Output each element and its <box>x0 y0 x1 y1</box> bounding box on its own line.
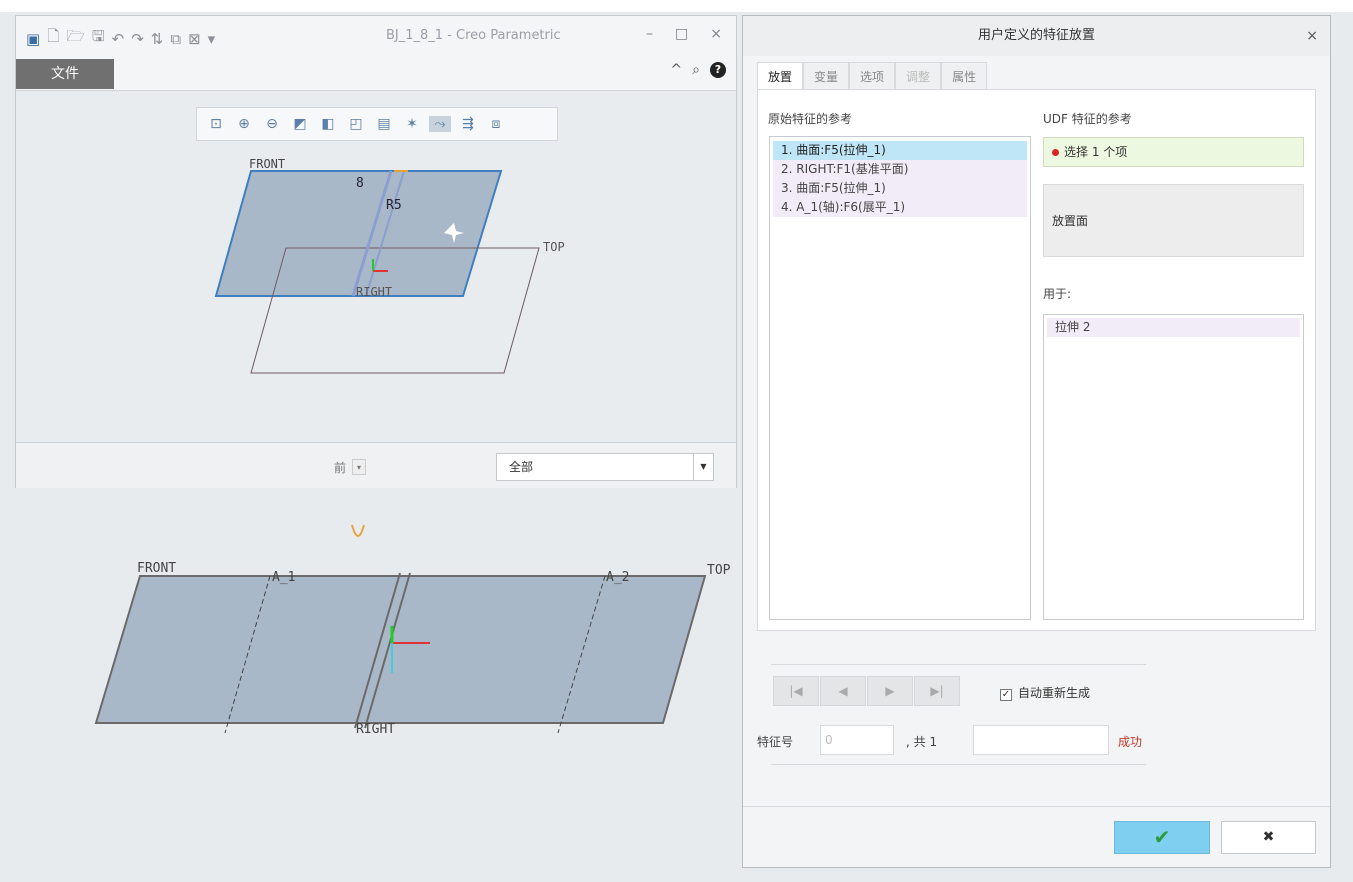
dropdown-icon: ▾ <box>352 459 367 475</box>
right-label: RIGHT <box>356 285 392 299</box>
new-icon[interactable]: 🗋 <box>47 26 59 51</box>
redo-icon[interactable]: ↷ <box>131 30 144 48</box>
search-icon[interactable]: ⌕ <box>692 62 700 78</box>
maximize-button[interactable]: □ <box>675 26 688 42</box>
tab-placement[interactable]: 放置 <box>757 62 804 90</box>
dialog-title-bar: 用户定义的特征放置 × <box>743 16 1330 56</box>
top-label: TOP <box>707 563 731 578</box>
orig-refs-list: 1. 曲面:F5(拉伸_1) 2. RIGHT:F1(基准平面) 3. 曲面:F… <box>769 136 1031 620</box>
ok-button[interactable]: ✔ <box>1114 821 1210 854</box>
axis-a1-label: A_1 <box>272 570 295 585</box>
dialog-close-button[interactable]: × <box>1306 16 1318 56</box>
window-title: BJ_1_8_1 - Creo Parametric <box>386 28 561 43</box>
dim-label: 8 <box>356 176 364 191</box>
axis-a2-label: A_2 <box>606 570 629 585</box>
used-for-label: 用于: <box>1043 287 1072 301</box>
desktop-top <box>0 0 1353 12</box>
open-icon[interactable]: 🗁 <box>66 26 85 51</box>
udf-ref-collector[interactable]: 选择 1 个项 <box>1043 137 1304 167</box>
quick-access-toolbar: ▣ 🗋 🗁 🖫 ↶ ↷ ⇅ ⧉ ⊠ ▾ <box>26 26 215 51</box>
filter-select[interactable]: 全部 ▼ <box>496 453 714 481</box>
minimize-button[interactable]: – <box>646 26 653 42</box>
tab-properties[interactable]: 属性 <box>941 62 988 90</box>
last-button[interactable]: ▶| <box>914 676 960 706</box>
udf-part-preview: FRONT 8 R5 TOP RIGHT <box>214 157 565 374</box>
filter-bar: 前 ▾ 全部 ▼ <box>16 442 736 488</box>
total-label: , 共 1 <box>906 735 938 749</box>
required-dot-icon <box>1052 149 1059 156</box>
selection-marker <box>351 524 365 537</box>
udf-placement-dialog: 用户定义的特征放置 × 放置 变量 选项 调整 属性 原始特征的参考 1. 曲面:… <box>742 15 1331 868</box>
dialog-title: 用户定义的特征放置 <box>977 28 1095 43</box>
next-button[interactable]: ▶ <box>867 676 913 706</box>
radius-label: R5 <box>386 198 402 213</box>
save-icon[interactable]: 🖫 <box>92 26 105 51</box>
first-button[interactable]: |◀ <box>773 676 819 706</box>
undo-icon[interactable]: ↶ <box>112 30 125 48</box>
used-for-list: 拉伸 2 <box>1043 314 1304 620</box>
creo-window: ▣ 🗋 🗁 🖫 ↶ ↷ ⇅ ⧉ ⊠ ▾ BJ_1_8_1 - Creo Para… <box>15 15 737 488</box>
orig-refs-label: 原始特征的参考 <box>768 112 853 126</box>
list-item[interactable]: 2. RIGHT:F1(基准平面) <box>773 160 1027 179</box>
checkbox-checked-icon: ✓ <box>1000 689 1012 701</box>
windows-icon[interactable]: ⧉ <box>170 30 181 48</box>
file-tab[interactable]: 文件 <box>16 59 114 89</box>
close-button[interactable]: × <box>710 26 722 42</box>
list-item[interactable]: 4. A_1(轴):F6(展平_1) <box>773 198 1027 217</box>
top-label: TOP <box>543 240 565 254</box>
auto-regen-checkbox[interactable]: ✓ 自动重新生成 <box>1000 684 1090 701</box>
main-viewport[interactable]: FRONT A_1 A_2 TOP RIGHT <box>0 488 742 882</box>
udf-refs-label: UDF 特征的参考 <box>1043 112 1132 126</box>
tab-variables[interactable]: 变量 <box>803 62 850 90</box>
collapse-ribbon-icon[interactable]: ^ <box>670 62 682 78</box>
ref-navigation: |◀ ◀ ▶ ▶| <box>773 676 960 706</box>
tab-options[interactable]: 选项 <box>849 62 896 90</box>
placement-panel: 原始特征的参考 1. 曲面:F5(拉伸_1) 2. RIGHT:F1(基准平面)… <box>757 89 1316 631</box>
regenerate-icon[interactable]: ⇅ <box>151 30 164 48</box>
customize-icon[interactable]: ▾ <box>208 30 216 48</box>
cancel-button[interactable]: ✖ <box>1221 821 1316 854</box>
help-icon[interactable]: ? <box>710 62 726 78</box>
feature-no-input[interactable]: 0 <box>820 725 894 755</box>
front-label: FRONT <box>249 157 285 171</box>
named-view-button[interactable]: 前 ▾ <box>316 455 382 479</box>
app-icon[interactable]: ▣ <box>26 30 40 48</box>
sub-viewport[interactable]: ⊡ ⊕ ⊖ ◩ ◧ ◰ ▤ ✶ ⤳ ⇶ ⧈ FRONT 8 R5 TOP RIG… <box>16 90 736 442</box>
list-item[interactable]: 拉伸 2 <box>1047 318 1300 337</box>
list-item[interactable]: 3. 曲面:F5(拉伸_1) <box>773 179 1027 198</box>
feature-no-label: 特征号 <box>757 735 794 749</box>
status-input[interactable] <box>973 725 1109 755</box>
placement-type-box: 放置面 <box>1043 184 1304 257</box>
close-window-icon[interactable]: ⊠ <box>188 30 201 48</box>
tab-adjust: 调整 <box>895 62 942 90</box>
dialog-tabs: 放置 变量 选项 调整 属性 <box>757 62 988 90</box>
prev-button[interactable]: ◀ <box>820 676 866 706</box>
front-label: FRONT <box>137 561 176 576</box>
chevron-down-icon: ▼ <box>693 454 713 480</box>
right-label: RIGHT <box>356 722 395 737</box>
list-item[interactable]: 1. 曲面:F5(拉伸_1) <box>773 141 1027 160</box>
status-text: 成功 <box>1118 735 1143 749</box>
